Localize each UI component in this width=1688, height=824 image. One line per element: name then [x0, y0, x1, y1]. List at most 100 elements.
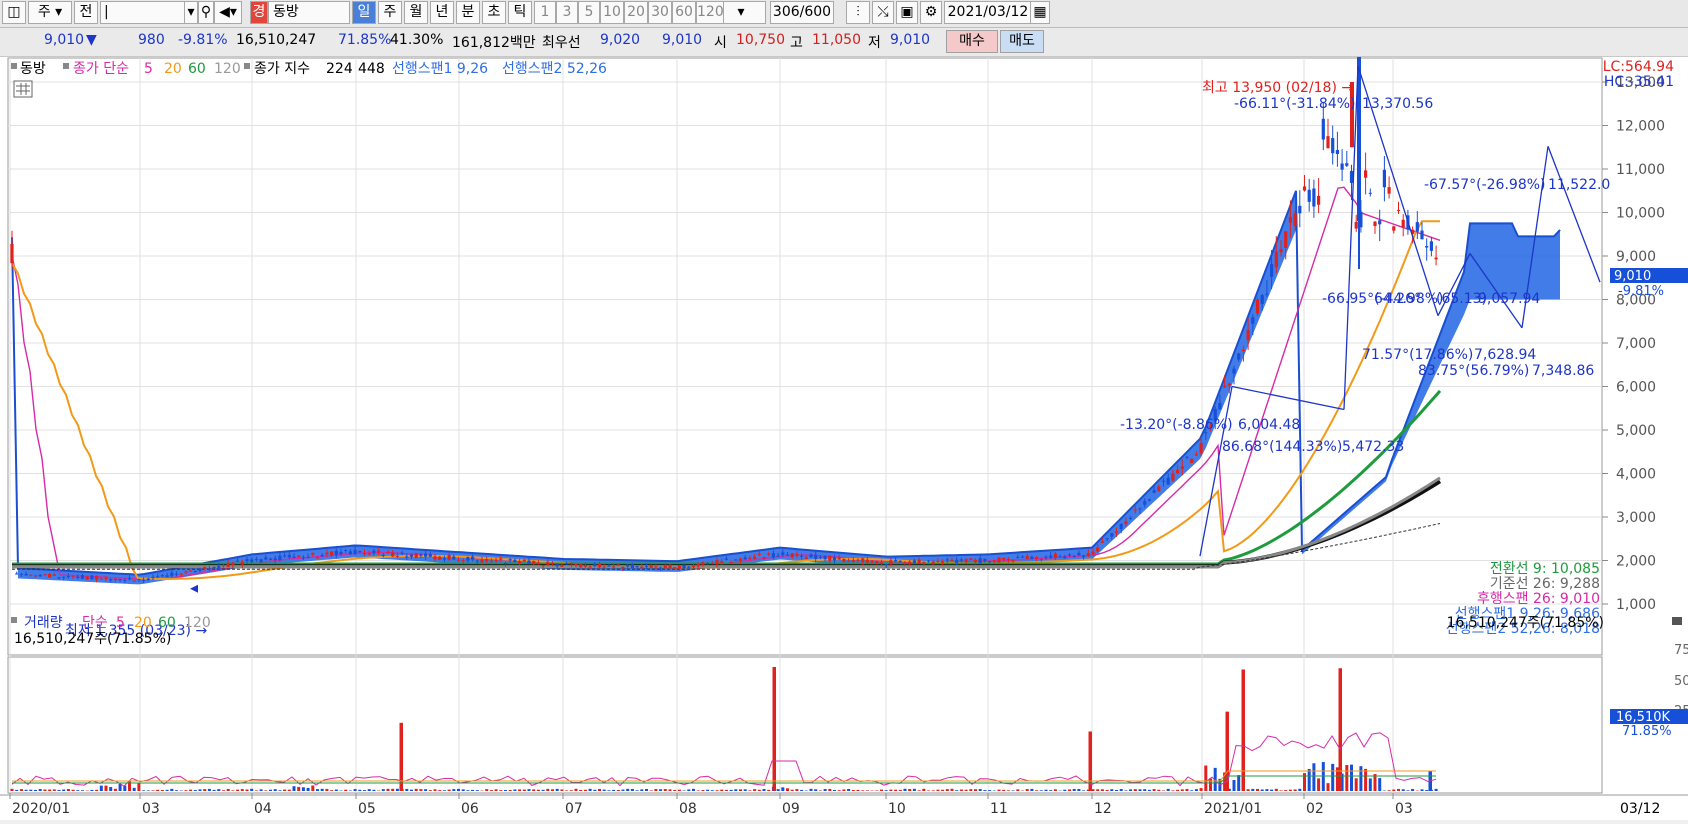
volume-bar [833, 790, 836, 791]
candle-body [537, 563, 540, 564]
volume-bar [1312, 763, 1315, 791]
candle-body [730, 562, 733, 563]
candle-body [316, 558, 319, 559]
save-icon[interactable]: ▣ [896, 1, 918, 24]
candle-body [1012, 560, 1015, 562]
period-tab-2[interactable]: 월 [404, 1, 428, 24]
volume-bar [39, 789, 42, 791]
volume-bar [25, 790, 28, 791]
code-input[interactable]: | [100, 1, 186, 24]
layout-icon[interactable]: ◫ [2, 1, 26, 24]
period-tab-4[interactable]: 분 [456, 1, 480, 24]
candle-body [217, 566, 220, 568]
candle-body [255, 559, 258, 560]
calendar-icon[interactable]: ▦ [1030, 1, 1050, 24]
anno-a2-value: 11,522.0 [1548, 177, 1610, 193]
period-tab-5[interactable]: 초 [482, 1, 506, 24]
chart-area: 1,0002,0003,0004,0005,0006,0007,0008,000… [0, 57, 1688, 820]
tools-icon[interactable]: ⤯ [872, 1, 894, 24]
interval-button-30[interactable]: 30 [648, 1, 672, 24]
prev-button[interactable]: 전 [74, 1, 98, 24]
sell-button[interactable]: 매도 [1000, 30, 1044, 53]
volume-bar [81, 790, 84, 791]
volume-bar [90, 790, 93, 791]
volume-bar [1002, 790, 1005, 791]
interval-button-20[interactable]: 20 [624, 1, 648, 24]
candle-body [1002, 558, 1005, 560]
candle-body [513, 560, 516, 562]
candle-body [448, 555, 451, 560]
volume-bar [636, 790, 639, 791]
candle-type-icon[interactable]: ⫶ [846, 1, 870, 24]
candle-body [518, 561, 521, 563]
speaker-icon[interactable]: ◀▾ [214, 1, 242, 24]
candle-body [1063, 556, 1066, 558]
period-tab-6[interactable]: 틱 [508, 1, 532, 24]
candle-body [184, 571, 187, 572]
volume-bar [654, 789, 657, 791]
buy-button[interactable]: 매수 [946, 30, 998, 53]
interval-button-5[interactable]: 5 [578, 1, 600, 24]
volume-bar [1007, 790, 1010, 791]
down-arrow-icon: ▼ [86, 32, 97, 48]
candle-body [1388, 187, 1391, 193]
candle-body [15, 573, 18, 574]
candle-body [1416, 222, 1419, 232]
idx224-line [12, 478, 1440, 567]
date-field[interactable]: 2021/03/12 [944, 1, 1032, 24]
candle-body [856, 560, 859, 561]
volume-bar [429, 790, 432, 791]
type-select[interactable]: 주 ▾ [28, 1, 72, 24]
interval-button-10[interactable]: 10 [600, 1, 624, 24]
period-tab-3[interactable]: 년 [430, 1, 454, 24]
volume-bar [904, 789, 907, 791]
volume-bar [560, 789, 563, 791]
table-icon[interactable] [14, 81, 32, 97]
candle-body [913, 560, 916, 563]
volume-bar [387, 789, 390, 791]
candle-body [725, 559, 728, 560]
toolbar: ◫ 주 ▾ 전 | ▾ ⚲ ◀▾ 경 동방 ▾ 306/600 ⫶ ⤯ ▣ ⚙ … [0, 0, 1688, 28]
volume-bar [264, 790, 267, 791]
candle-body [1336, 150, 1339, 154]
volume-bar [857, 790, 860, 791]
count-field[interactable]: 306/600 [770, 1, 834, 24]
vol-label: 거래량 [24, 615, 63, 631]
vol-panel-close-icon[interactable] [1672, 617, 1682, 625]
volume-bar [1200, 788, 1203, 791]
candle-body [1101, 541, 1104, 543]
search-icon[interactable]: ⚲ [198, 1, 214, 24]
vol-tag-pct: 71.85% [1622, 724, 1672, 739]
candle-body [805, 557, 808, 559]
volume-bar [213, 790, 216, 791]
interval-button-60[interactable]: 60 [672, 1, 696, 24]
volume-bar [382, 789, 385, 791]
interval-button-1[interactable]: 1 [534, 1, 556, 24]
volume-bar [396, 789, 399, 791]
candle-body [1059, 556, 1062, 557]
period-tab-0[interactable]: 일 [352, 1, 376, 24]
interval-button-3[interactable]: 3 [556, 1, 578, 24]
candle-body [142, 580, 145, 581]
period-tab-1[interactable]: 주 [378, 1, 402, 24]
volume-bar [1421, 789, 1424, 791]
volume-bar [504, 790, 507, 791]
volume-bar [1406, 790, 1409, 791]
gear-icon[interactable]: ⚙ [920, 1, 942, 24]
candle-body [109, 579, 112, 580]
candle-body [490, 561, 493, 562]
candle-body [842, 559, 845, 562]
volume-bar [1280, 790, 1283, 791]
interval-button-120[interactable]: 120 [696, 1, 724, 24]
candle-body [114, 579, 117, 580]
volume-bar [471, 790, 474, 791]
volume-bar [246, 789, 249, 791]
code-dropdown-icon[interactable]: ▾ [184, 1, 198, 24]
candle-body [358, 551, 361, 552]
volume-bar [368, 789, 371, 791]
candle-body [208, 569, 211, 570]
stock-name-field[interactable]: 동방 [268, 1, 350, 24]
volume-bar [1369, 778, 1372, 791]
volume-bar [941, 790, 944, 791]
candle-body [260, 559, 263, 562]
